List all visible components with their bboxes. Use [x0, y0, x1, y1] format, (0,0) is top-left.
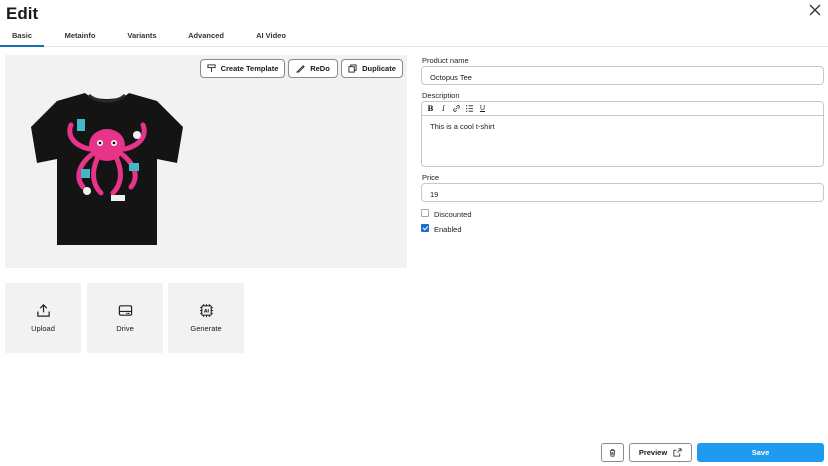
drive-icon [118, 305, 132, 316]
upload-tile[interactable]: Upload [5, 283, 81, 353]
tab-metainfo[interactable]: Metainfo [58, 31, 102, 40]
upload-icon [36, 304, 50, 317]
product-image-preview: Create Template ReDo Duplicate [5, 55, 407, 268]
enabled-checkbox[interactable] [421, 224, 429, 232]
preview-label: Preview [638, 448, 668, 457]
tab-variants[interactable]: Variants [120, 31, 164, 40]
create-template-button[interactable]: Create Template [200, 59, 285, 78]
tab-advanced[interactable]: Advanced [184, 31, 228, 40]
trash-icon [609, 449, 616, 457]
delete-button[interactable] [601, 443, 624, 462]
pencil-icon [296, 65, 305, 73]
tab-basic[interactable]: Basic [0, 31, 44, 47]
product-name-input[interactable]: Octopus Tee [421, 66, 824, 85]
price-label: Price [422, 173, 440, 182]
description-value: This is a cool t-shirt [430, 122, 495, 131]
template-icon [207, 64, 216, 73]
price-value: 19 [430, 190, 439, 199]
tab-bar: Basic Metainfo Variants Advanced AI Vide… [0, 28, 828, 47]
save-button[interactable]: Save [697, 443, 824, 462]
drive-label: Drive [116, 324, 134, 333]
italic-icon[interactable]: I [439, 104, 448, 113]
bold-icon[interactable]: B [426, 104, 435, 113]
price-input[interactable]: 19 [421, 183, 824, 202]
page-title: Edit [6, 4, 39, 23]
rich-text-toolbar: B I U [422, 102, 823, 116]
duplicate-button[interactable]: Duplicate [341, 59, 403, 78]
external-link-icon [673, 448, 682, 457]
ai-chip-icon: AI [199, 303, 213, 318]
close-icon[interactable] [808, 3, 822, 17]
enabled-label: Enabled [434, 225, 462, 234]
discounted-label: Discounted [434, 210, 472, 219]
generate-tile[interactable]: AI Generate [168, 283, 244, 353]
product-name-value: Octopus Tee [430, 73, 472, 82]
tab-ai-video[interactable]: AI Video [249, 31, 293, 40]
duplicate-icon [348, 64, 357, 73]
drive-tile[interactable]: Drive [87, 283, 163, 353]
preview-button[interactable]: Preview [629, 443, 692, 462]
discounted-checkbox[interactable] [421, 209, 429, 217]
generate-label: Generate [190, 324, 222, 333]
list-icon[interactable] [465, 104, 474, 113]
description-editor[interactable]: B I U This is a cool t-shirt [421, 101, 824, 167]
redo-button[interactable]: ReDo [288, 59, 338, 78]
description-label: Description [422, 91, 460, 100]
upload-label: Upload [31, 324, 55, 333]
product-name-label: Product name [422, 56, 469, 65]
create-template-label: Create Template [220, 64, 279, 73]
link-icon[interactable] [452, 104, 461, 113]
svg-text:AI: AI [203, 309, 209, 315]
underline-icon[interactable]: U [478, 104, 487, 113]
redo-label: ReDo [310, 64, 330, 73]
tshirt-product-image [31, 93, 183, 245]
duplicate-label: Duplicate [362, 64, 396, 73]
